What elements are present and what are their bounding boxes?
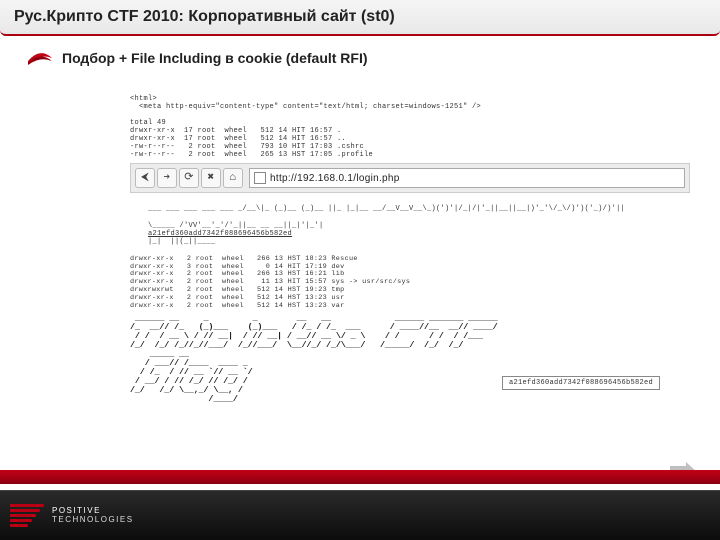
footer-body: POSITIVE TECHNOLOGIES — [0, 490, 720, 540]
content-area: <html> <meta http-equiv="content-type" c… — [130, 95, 700, 404]
stop-button[interactable]: ✖ — [201, 168, 221, 188]
terminal-top: <html> <meta http-equiv="content-type" c… — [130, 95, 700, 159]
flag-hash-box: a21efd360add7342f088696456b582ed — [502, 376, 660, 390]
ascii-banner: ___ ___ ___ ___ ___ _/__\|_ (_)__ (_)__ … — [130, 197, 700, 253]
terminal-mid: drwxr-xr-x 2 root wheel 266 13 HST 18:23… — [130, 256, 700, 311]
swoosh-icon — [28, 51, 52, 65]
flag-hash: a21efd360add7342f088696456b582ed — [509, 379, 653, 387]
brand-logo: POSITIVE TECHNOLOGIES — [10, 504, 134, 527]
flag-ascii-art: ______ __ _ _ __ __ ______ _______ _____… — [130, 314, 700, 403]
subheader-text: Подбор + File Including в cookie (defaul… — [62, 50, 368, 66]
ascii-line-1: ___ ___ ___ ___ ___ _/__\|_ (_)__ (_)__ … — [148, 205, 625, 213]
address-bar[interactable]: http://192.168.0.1/login.php — [249, 168, 685, 188]
home-icon: ⌂ — [230, 172, 237, 185]
logo-bars-icon — [10, 504, 44, 527]
flag-wrap: ______ __ _ _ __ __ ______ _______ _____… — [130, 314, 700, 403]
back-icon: ⮜ — [141, 172, 149, 185]
home-button[interactable]: ⌂ — [223, 168, 243, 188]
page-title: Рус.Крипто CTF 2010: Корпоративный сайт … — [14, 8, 706, 26]
document-icon — [254, 172, 266, 184]
brand-bottom: TECHNOLOGIES — [52, 516, 134, 525]
reload-icon: ⟳ — [184, 172, 194, 185]
title-bar: Рус.Крипто CTF 2010: Корпоративный сайт … — [0, 0, 720, 36]
brand-text: POSITIVE TECHNOLOGIES — [52, 507, 134, 525]
reload-button[interactable]: ⟳ — [179, 168, 199, 188]
stop-icon: ✖ — [208, 172, 215, 185]
footer-stripe — [0, 470, 720, 484]
browser-toolbar: ⮜ ➔ ⟳ ✖ ⌂ http://192.168.0.1/login.php — [130, 163, 690, 193]
forward-button[interactable]: ➔ — [157, 168, 177, 188]
subheader: Подбор + File Including в cookie (defaul… — [0, 36, 720, 72]
ascii-line-2: \_____ /'VV'__'_'/'_||__ __ __||_|'|_'| — [148, 222, 324, 230]
ascii-tail: |_| ||(_||____ — [148, 238, 216, 246]
footer: POSITIVE TECHNOLOGIES — [0, 490, 720, 540]
url-text: http://192.168.0.1/login.php — [270, 173, 400, 185]
forward-icon: ➔ — [164, 172, 171, 185]
hash-1: a21efd360add7342f088696456b582ed — [148, 230, 292, 238]
back-button[interactable]: ⮜ — [135, 168, 155, 188]
